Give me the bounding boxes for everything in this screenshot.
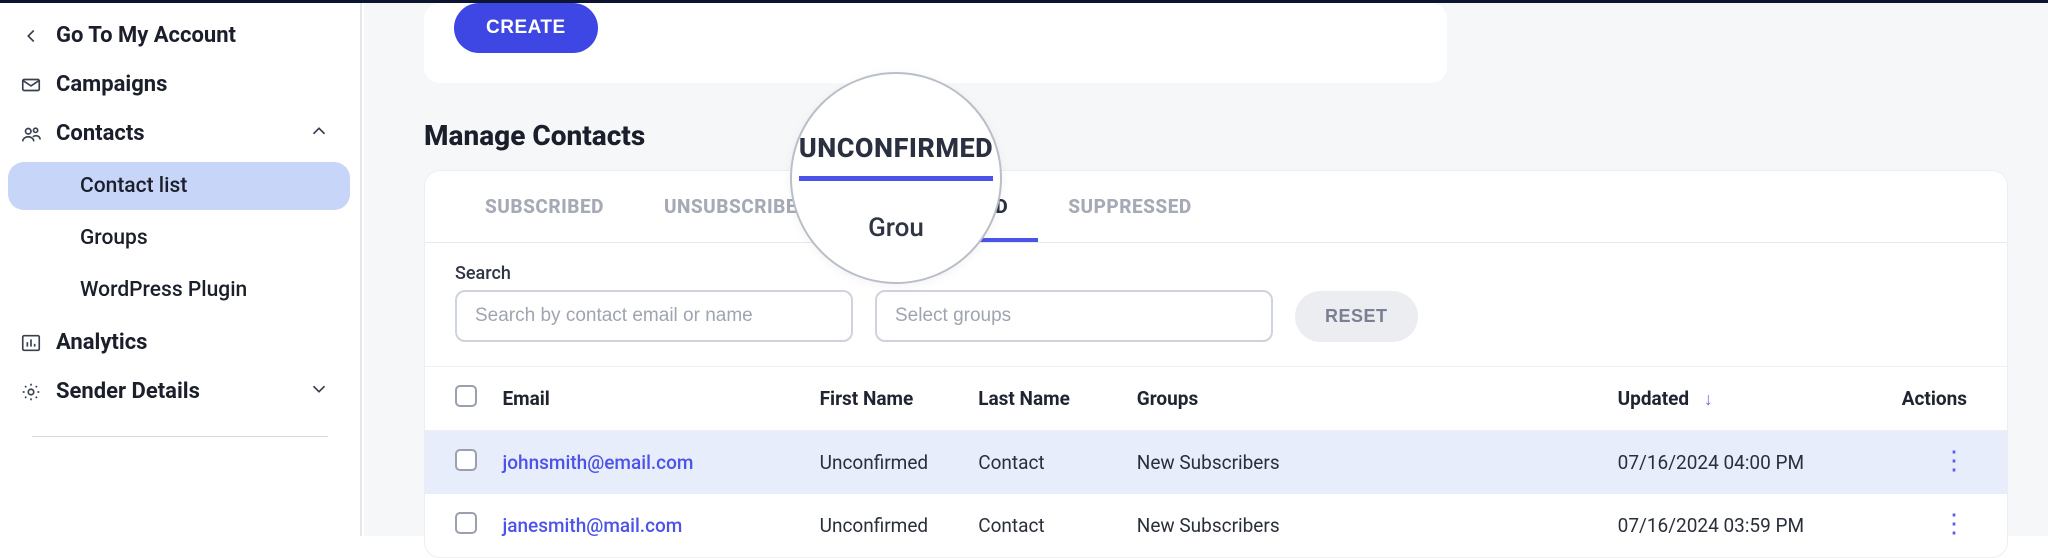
sidebar-item-label: Sender Details <box>56 379 200 404</box>
tabs: SUBSCRIBED UNSUBSCRIBED UNCONFIRMED SUPP… <box>425 171 2007 243</box>
main-content: CREATE Manage Contacts SUBSCRIBED UNSUBS… <box>364 3 2048 536</box>
sidebar-back[interactable]: Go To My Account <box>0 11 352 60</box>
sidebar-item-label: Contacts <box>56 121 145 146</box>
sidebar: Go To My Account Campaigns Contacts Cont… <box>0 3 362 536</box>
sidebar-subitem-wp-plugin[interactable]: WordPress Plugin <box>8 266 350 314</box>
tab-unconfirmed[interactable]: UNCONFIRMED <box>840 171 1038 242</box>
tab-unsubscribed[interactable]: UNSUBSCRIBED <box>634 171 840 242</box>
create-button[interactable]: CREATE <box>454 3 598 53</box>
page-title: Manage Contacts <box>424 119 2008 152</box>
sidebar-item-sender-details[interactable]: Sender Details <box>0 367 352 416</box>
cell-updated: 07/16/2024 03:59 PM <box>1606 494 1887 557</box>
row-actions-menu[interactable]: ⋮ <box>1941 456 1967 466</box>
sidebar-divider <box>32 436 328 437</box>
sidebar-item-label: Analytics <box>56 330 147 355</box>
row-checkbox[interactable] <box>455 449 477 471</box>
tab-suppressed[interactable]: SUPPRESSED <box>1038 171 1222 242</box>
sidebar-subitem-groups[interactable]: Groups <box>8 214 350 262</box>
sidebar-subitem-label: WordPress Plugin <box>80 278 247 302</box>
sidebar-item-label: Campaigns <box>56 72 167 97</box>
arrow-left-icon <box>20 25 42 47</box>
search-label: Search <box>455 263 853 284</box>
contact-email-link[interactable]: janesmith@mail.com <box>502 514 682 537</box>
header-checkbox[interactable] <box>425 367 490 431</box>
header-email[interactable]: Email <box>490 367 807 431</box>
header-updated[interactable]: Updated ↓ <box>1606 367 1887 431</box>
contacts-card: SUBSCRIBED UNSUBSCRIBED UNCONFIRMED SUPP… <box>424 170 2008 558</box>
row-checkbox[interactable] <box>455 512 477 534</box>
row-actions-menu[interactable]: ⋮ <box>1941 519 1967 529</box>
tab-subscribed[interactable]: SUBSCRIBED <box>455 171 634 242</box>
sidebar-subitem-label: Groups <box>80 226 148 250</box>
sidebar-back-label: Go To My Account <box>56 23 236 48</box>
gear-icon <box>20 381 42 403</box>
contacts-table: Email First Name Last Name Groups Update… <box>425 366 2007 557</box>
people-icon <box>20 123 42 145</box>
header-actions: Actions <box>1887 367 2007 431</box>
cell-groups: New Subscribers <box>1125 494 1606 557</box>
cell-last-name: Contact <box>966 431 1125 495</box>
table-row: johnsmith@email.com Unconfirmed Contact … <box>425 431 2007 495</box>
cell-first-name: Unconfirmed <box>808 431 967 495</box>
filters: Search Grou RESET <box>425 243 2007 366</box>
header-groups[interactable]: Groups <box>1125 367 1606 431</box>
sidebar-subitem-label: Contact list <box>80 174 187 198</box>
header-last-name[interactable]: Last Name <box>966 367 1125 431</box>
search-input[interactable] <box>455 290 853 342</box>
reset-button[interactable]: RESET <box>1295 291 1418 342</box>
sidebar-item-contacts[interactable]: Contacts <box>0 109 352 158</box>
envelope-icon <box>20 74 42 96</box>
chevron-down-icon <box>308 378 330 406</box>
groups-label: Grou <box>875 263 1273 284</box>
groups-select[interactable] <box>875 290 1273 342</box>
create-card: CREATE <box>424 3 1447 83</box>
header-updated-label: Updated <box>1618 387 1689 410</box>
cell-groups: New Subscribers <box>1125 431 1606 495</box>
groups-col: Grou <box>875 263 1273 342</box>
sidebar-subitem-contact-list[interactable]: Contact list <box>8 162 350 210</box>
checkbox-icon <box>455 385 477 407</box>
cell-first-name: Unconfirmed <box>808 494 967 557</box>
header-first-name[interactable]: First Name <box>808 367 967 431</box>
table-row: janesmith@mail.com Unconfirmed Contact N… <box>425 494 2007 557</box>
sidebar-item-analytics[interactable]: Analytics <box>0 318 352 367</box>
cell-updated: 07/16/2024 04:00 PM <box>1606 431 1887 495</box>
table-header-row: Email First Name Last Name Groups Update… <box>425 367 2007 431</box>
contact-email-link[interactable]: johnsmith@email.com <box>502 451 693 474</box>
search-col: Search <box>455 263 853 342</box>
chevron-up-icon <box>308 120 330 148</box>
cell-last-name: Contact <box>966 494 1125 557</box>
chart-icon <box>20 332 42 354</box>
sidebar-item-campaigns[interactable]: Campaigns <box>0 60 352 109</box>
sort-down-icon: ↓ <box>1704 389 1713 410</box>
